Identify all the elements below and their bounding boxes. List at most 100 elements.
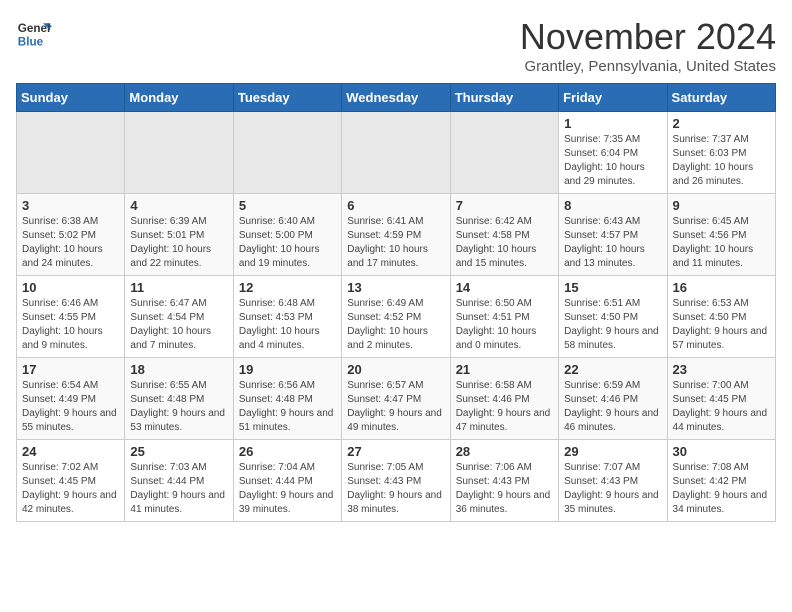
- day-info: Sunrise: 6:58 AM Sunset: 4:46 PM Dayligh…: [456, 379, 553, 435]
- day-number: 20: [347, 362, 444, 377]
- calendar-cell: [450, 112, 558, 194]
- col-header-tuesday: Tuesday: [233, 84, 341, 112]
- day-info: Sunrise: 6:51 AM Sunset: 4:50 PM Dayligh…: [564, 297, 661, 353]
- calendar-cell: 9 Sunrise: 6:45 AM Sunset: 4:56 PM Daylig…: [667, 194, 775, 276]
- calendar-cell: 10 Sunrise: 6:46 AM Sunset: 4:55 PM Dayli…: [17, 276, 125, 358]
- day-number: 19: [239, 362, 336, 377]
- col-header-wednesday: Wednesday: [342, 84, 450, 112]
- calendar-cell: 6 Sunrise: 6:41 AM Sunset: 4:59 PM Daylig…: [342, 194, 450, 276]
- calendar-week-2: 3Sunrise: 6:38 AM Sunset: 5:02 PM Daylig…: [17, 194, 776, 276]
- logo: General Blue: [16, 16, 52, 52]
- calendar-cell: 14 Sunrise: 6:50 AM Sunset: 4:51 PM Dayli…: [450, 276, 558, 358]
- calendar-cell: 4 Sunrise: 6:39 AM Sunset: 5:01 PM Daylig…: [125, 194, 233, 276]
- calendar-cell: 23 Sunrise: 7:00 AM Sunset: 4:45 PM Dayli…: [667, 358, 775, 440]
- calendar-week-1: 1Sunrise: 7:35 AM Sunset: 6:04 PM Daylig…: [17, 112, 776, 194]
- calendar-cell: 2 Sunrise: 7:37 AM Sunset: 6:03 PM Daylig…: [667, 112, 775, 194]
- month-title: November 2024: [520, 16, 776, 58]
- col-header-thursday: Thursday: [450, 84, 558, 112]
- calendar-table: SundayMondayTuesdayWednesdayThursdayFrid…: [16, 83, 776, 522]
- calendar-cell: 24 Sunrise: 7:02 AM Sunset: 4:45 PM Dayli…: [17, 440, 125, 522]
- calendar-week-4: 17Sunrise: 6:54 AM Sunset: 4:49 PM Dayli…: [17, 358, 776, 440]
- day-info: Sunrise: 7:08 AM Sunset: 4:42 PM Dayligh…: [673, 461, 770, 517]
- day-number: 21: [456, 362, 553, 377]
- calendar-week-3: 10 Sunrise: 6:46 AM Sunset: 4:55 PM Dayli…: [17, 276, 776, 358]
- day-info: Sunrise: 7:03 AM Sunset: 4:44 PM Dayligh…: [130, 461, 227, 517]
- calendar-cell: 27Sunrise: 7:05 AM Sunset: 4:43 PM Dayli…: [342, 440, 450, 522]
- col-header-sunday: Sunday: [17, 84, 125, 112]
- calendar-cell: 17Sunrise: 6:54 AM Sunset: 4:49 PM Dayli…: [17, 358, 125, 440]
- calendar-week-5: 24 Sunrise: 7:02 AM Sunset: 4:45 PM Dayli…: [17, 440, 776, 522]
- day-number: 7: [456, 198, 553, 213]
- day-number: 22: [564, 362, 661, 377]
- day-info: Sunrise: 6:59 AM Sunset: 4:46 PM Dayligh…: [564, 379, 661, 435]
- day-number: 4: [130, 198, 227, 213]
- day-number: 16: [673, 280, 770, 295]
- calendar-cell: 13 Sunrise: 6:49 AM Sunset: 4:52 PM Dayli…: [342, 276, 450, 358]
- day-number: 12: [239, 280, 336, 295]
- day-info: Sunrise: 7:35 AM Sunset: 6:04 PM Dayligh…: [564, 133, 661, 189]
- calendar-cell: [17, 112, 125, 194]
- day-number: 24: [22, 444, 119, 459]
- day-number: 11: [130, 280, 227, 295]
- calendar-cell: 25 Sunrise: 7:03 AM Sunset: 4:44 PM Dayli…: [125, 440, 233, 522]
- day-number: 23: [673, 362, 770, 377]
- day-number: 18: [130, 362, 227, 377]
- calendar-cell: [125, 112, 233, 194]
- calendar-cell: 8 Sunrise: 6:43 AM Sunset: 4:57 PM Daylig…: [559, 194, 667, 276]
- day-info: Sunrise: 6:38 AM Sunset: 5:02 PM Dayligh…: [22, 215, 119, 271]
- page-header: General Blue November 2024 Grantley, Pen…: [16, 16, 776, 75]
- day-number: 5: [239, 198, 336, 213]
- day-info: Sunrise: 6:46 AM Sunset: 4:55 PM Dayligh…: [22, 297, 119, 353]
- svg-text:Blue: Blue: [18, 36, 44, 49]
- day-number: 10: [22, 280, 119, 295]
- calendar-cell: 3Sunrise: 6:38 AM Sunset: 5:02 PM Daylig…: [17, 194, 125, 276]
- calendar-cell: 21 Sunrise: 6:58 AM Sunset: 4:46 PM Dayli…: [450, 358, 558, 440]
- col-header-friday: Friday: [559, 84, 667, 112]
- day-number: 6: [347, 198, 444, 213]
- day-info: Sunrise: 6:49 AM Sunset: 4:52 PM Dayligh…: [347, 297, 444, 353]
- calendar-cell: 7 Sunrise: 6:42 AM Sunset: 4:58 PM Daylig…: [450, 194, 558, 276]
- day-number: 13: [347, 280, 444, 295]
- day-number: 14: [456, 280, 553, 295]
- day-number: 29: [564, 444, 661, 459]
- calendar-body: 1Sunrise: 7:35 AM Sunset: 6:04 PM Daylig…: [17, 112, 776, 522]
- day-info: Sunrise: 6:41 AM Sunset: 4:59 PM Dayligh…: [347, 215, 444, 271]
- calendar-cell: 18 Sunrise: 6:55 AM Sunset: 4:48 PM Dayli…: [125, 358, 233, 440]
- calendar-cell: [342, 112, 450, 194]
- day-number: 28: [456, 444, 553, 459]
- day-number: 9: [673, 198, 770, 213]
- day-info: Sunrise: 6:55 AM Sunset: 4:48 PM Dayligh…: [130, 379, 227, 435]
- day-info: Sunrise: 7:00 AM Sunset: 4:45 PM Dayligh…: [673, 379, 770, 435]
- calendar-cell: 12 Sunrise: 6:48 AM Sunset: 4:53 PM Dayli…: [233, 276, 341, 358]
- day-info: Sunrise: 6:48 AM Sunset: 4:53 PM Dayligh…: [239, 297, 336, 353]
- day-info: Sunrise: 6:39 AM Sunset: 5:01 PM Dayligh…: [130, 215, 227, 271]
- calendar-cell: 1Sunrise: 7:35 AM Sunset: 6:04 PM Daylig…: [559, 112, 667, 194]
- day-info: Sunrise: 6:54 AM Sunset: 4:49 PM Dayligh…: [22, 379, 119, 435]
- day-info: Sunrise: 6:43 AM Sunset: 4:57 PM Dayligh…: [564, 215, 661, 271]
- day-info: Sunrise: 6:50 AM Sunset: 4:51 PM Dayligh…: [456, 297, 553, 353]
- calendar-cell: 11 Sunrise: 6:47 AM Sunset: 4:54 PM Dayli…: [125, 276, 233, 358]
- calendar-cell: 20Sunrise: 6:57 AM Sunset: 4:47 PM Dayli…: [342, 358, 450, 440]
- day-info: Sunrise: 7:02 AM Sunset: 4:45 PM Dayligh…: [22, 461, 119, 517]
- day-number: 30: [673, 444, 770, 459]
- day-info: Sunrise: 6:42 AM Sunset: 4:58 PM Dayligh…: [456, 215, 553, 271]
- calendar-cell: 5 Sunrise: 6:40 AM Sunset: 5:00 PM Daylig…: [233, 194, 341, 276]
- day-info: Sunrise: 6:47 AM Sunset: 4:54 PM Dayligh…: [130, 297, 227, 353]
- col-header-saturday: Saturday: [667, 84, 775, 112]
- calendar-cell: 16 Sunrise: 6:53 AM Sunset: 4:50 PM Dayli…: [667, 276, 775, 358]
- day-number: 26: [239, 444, 336, 459]
- day-number: 25: [130, 444, 227, 459]
- title-area: November 2024 Grantley, Pennsylvania, Un…: [520, 16, 776, 75]
- day-info: Sunrise: 7:37 AM Sunset: 6:03 PM Dayligh…: [673, 133, 770, 189]
- day-info: Sunrise: 6:53 AM Sunset: 4:50 PM Dayligh…: [673, 297, 770, 353]
- calendar-cell: 19Sunrise: 6:56 AM Sunset: 4:48 PM Dayli…: [233, 358, 341, 440]
- day-info: Sunrise: 7:05 AM Sunset: 4:43 PM Dayligh…: [347, 461, 444, 517]
- day-info: Sunrise: 6:45 AM Sunset: 4:56 PM Dayligh…: [673, 215, 770, 271]
- calendar-cell: 15Sunrise: 6:51 AM Sunset: 4:50 PM Dayli…: [559, 276, 667, 358]
- day-info: Sunrise: 7:04 AM Sunset: 4:44 PM Dayligh…: [239, 461, 336, 517]
- day-info: Sunrise: 7:06 AM Sunset: 4:43 PM Dayligh…: [456, 461, 553, 517]
- location: Grantley, Pennsylvania, United States: [520, 58, 776, 75]
- day-number: 8: [564, 198, 661, 213]
- day-number: 2: [673, 116, 770, 131]
- day-info: Sunrise: 6:40 AM Sunset: 5:00 PM Dayligh…: [239, 215, 336, 271]
